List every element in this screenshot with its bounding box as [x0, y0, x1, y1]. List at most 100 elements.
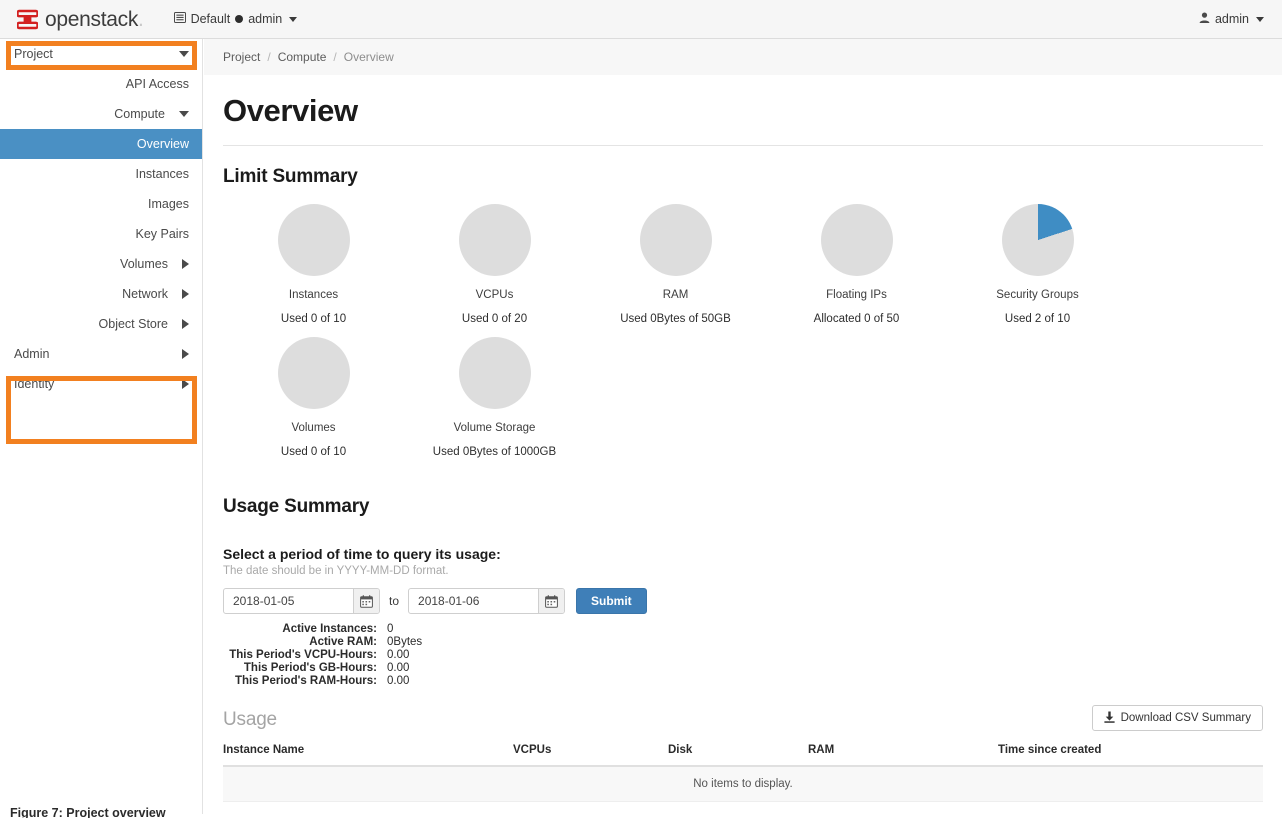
- sidebar-item-label: Project: [14, 47, 53, 61]
- chevron-right-icon: [182, 289, 189, 299]
- sidebar-item-label: Object Store: [99, 317, 168, 331]
- usage-table-empty-row: No items to display.: [223, 766, 1263, 802]
- submit-button[interactable]: Submit: [576, 588, 647, 614]
- brand-dot: .: [138, 8, 144, 31]
- breadcrumb-separator: /: [333, 50, 336, 64]
- date-to-field[interactable]: [408, 588, 565, 614]
- usage-stat-value: 0: [387, 623, 1282, 635]
- quota-chart-volumes: VolumesUsed 0 of 10: [223, 337, 404, 458]
- chevron-right-icon: [182, 319, 189, 329]
- sidebar-item-network[interactable]: Network: [0, 279, 202, 309]
- sidebar-item-overview[interactable]: Overview: [0, 129, 202, 159]
- sidebar-item-api-access[interactable]: API Access: [0, 69, 202, 99]
- calendar-icon-from[interactable]: [353, 589, 379, 613]
- limit-summary-charts: Instances Used 0 of 10 VCPUs Used 0 of 20 RA…: [204, 204, 1282, 470]
- sidebar-item-label: Network: [122, 287, 168, 301]
- pie-chart: [278, 204, 350, 276]
- openstack-logo-icon: [17, 9, 38, 30]
- domain-label: Default: [191, 12, 231, 26]
- breadcrumb-project[interactable]: Project: [223, 50, 260, 64]
- quota-chart-floating-ips: Floating IPsAllocated 0 of 50: [766, 204, 947, 325]
- sidebar-item-instances[interactable]: Instances: [0, 159, 202, 189]
- sidebar-item-project[interactable]: Project: [0, 39, 202, 69]
- breadcrumb-compute[interactable]: Compute: [278, 50, 327, 64]
- limit-summary-heading: Limit Summary: [204, 166, 1282, 188]
- quota-chart-usage: Used 0Bytes of 50GB: [620, 313, 731, 325]
- pie-chart: [640, 204, 712, 276]
- top-navbar: openstack. Default admin admin: [0, 0, 1282, 39]
- date-to-input[interactable]: [409, 589, 538, 613]
- quota-chart-label: Volumes: [291, 422, 335, 434]
- usage-stat-key: This Period's RAM-Hours:: [223, 675, 377, 687]
- sidebar-item-label: Volumes: [120, 257, 168, 271]
- quota-chart-label: Security Groups: [996, 289, 1078, 301]
- sidebar-item-label: Images: [148, 197, 189, 211]
- sidebar-item-object-store[interactable]: Object Store: [0, 309, 202, 339]
- usage-stat-value: 0.00: [387, 649, 1282, 661]
- chevron-right-icon: [182, 349, 189, 359]
- title-divider: [223, 145, 1263, 146]
- figure-caption: Figure 7: Project overview: [10, 806, 166, 818]
- usage-table: Instance Name VCPUs Disk RAM Time since …: [223, 744, 1263, 802]
- quota-chart-label: Floating IPs: [826, 289, 887, 301]
- column-vcpus: VCPUs: [513, 744, 668, 766]
- usage-stat-value: 0.00: [387, 662, 1282, 674]
- download-csv-button[interactable]: Download CSV Summary: [1092, 705, 1263, 731]
- quota-chart-usage: Used 0Bytes of 1000GB: [433, 446, 556, 458]
- sidebar-item-admin[interactable]: Admin: [0, 339, 202, 369]
- usage-stat-key: Active RAM:: [223, 636, 377, 648]
- sidebar-item-label: API Access: [126, 77, 189, 91]
- chevron-right-icon: [182, 379, 189, 389]
- column-ram: RAM: [808, 744, 998, 766]
- sidebar-item-label: Instances: [135, 167, 189, 181]
- quota-chart-security-groups: Security Groups Used 2 of 10: [947, 204, 1128, 325]
- date-from-input[interactable]: [224, 589, 353, 613]
- breadcrumb: Project / Compute / Overview: [204, 39, 1282, 75]
- quota-chart-usage: Used 0 of 20: [462, 313, 527, 325]
- date-from-field[interactable]: [223, 588, 380, 614]
- quota-chart-label: Instances: [289, 289, 338, 301]
- list-icon: [174, 12, 186, 26]
- column-time-since-created: Time since created: [998, 744, 1263, 766]
- usage-stats-list: Active Instances: 0 Active RAM: 0Bytes This …: [204, 623, 1282, 687]
- quota-chart-label: Volume Storage: [454, 422, 536, 434]
- user-menu[interactable]: admin: [1199, 12, 1264, 26]
- quota-chart-instances: Instances Used 0 of 10: [223, 204, 404, 325]
- quota-chart-label: VCPUs: [476, 289, 514, 301]
- quota-chart-volume-storage: Volume Storage Used 0Bytes of 1000GB: [404, 337, 585, 458]
- project-label: admin: [248, 12, 282, 26]
- sidebar: Project API Access ComputeOverview Instance…: [0, 39, 203, 814]
- sidebar-item-compute[interactable]: Compute: [0, 99, 202, 129]
- sidebar-item-volumes[interactable]: Volumes: [0, 249, 202, 279]
- sidebar-item-images[interactable]: Images: [0, 189, 202, 219]
- date-range-row: to Submit: [204, 588, 1282, 614]
- chevron-right-icon: [182, 259, 189, 269]
- user-icon: [1199, 12, 1210, 26]
- context-switcher[interactable]: Default admin: [174, 12, 298, 26]
- sidebar-item-label: Admin: [14, 347, 49, 361]
- usage-stat-key: Active Instances:: [223, 623, 377, 635]
- pie-chart: [1002, 204, 1074, 276]
- sidebar-item-identity[interactable]: Identity: [0, 369, 202, 399]
- brand-logo[interactable]: openstack.: [17, 9, 144, 30]
- usage-stat-value: 0Bytes: [387, 636, 1282, 648]
- usage-table-section: Usage Download CSV Summary Instance Name…: [204, 709, 1282, 802]
- user-name: admin: [1215, 12, 1249, 26]
- quota-chart-ram: RAMUsed 0Bytes of 50GB: [585, 204, 766, 325]
- usage-summary-heading: Usage Summary: [204, 496, 1282, 518]
- calendar-icon-to[interactable]: [538, 589, 564, 613]
- quota-chart-usage: Used 2 of 10: [1005, 313, 1070, 325]
- usage-date-hint: The date should be in YYYY-MM-DD format.: [204, 565, 1282, 577]
- chevron-down-icon: [1256, 17, 1264, 22]
- download-csv-label: Download CSV Summary: [1121, 712, 1251, 724]
- quota-chart-usage: Used 0 of 10: [281, 313, 346, 325]
- breadcrumb-separator: /: [267, 50, 270, 64]
- pie-chart: [821, 204, 893, 276]
- sidebar-item-label: Identity: [14, 377, 54, 391]
- pie-chart: [459, 337, 531, 409]
- pie-chart: [278, 337, 350, 409]
- sidebar-item-key-pairs[interactable]: Key Pairs: [0, 219, 202, 249]
- chevron-down-icon: [289, 17, 297, 22]
- usage-summary-section: Usage Summary Select a period of time to…: [204, 496, 1282, 687]
- brand-name: openstack: [45, 8, 138, 31]
